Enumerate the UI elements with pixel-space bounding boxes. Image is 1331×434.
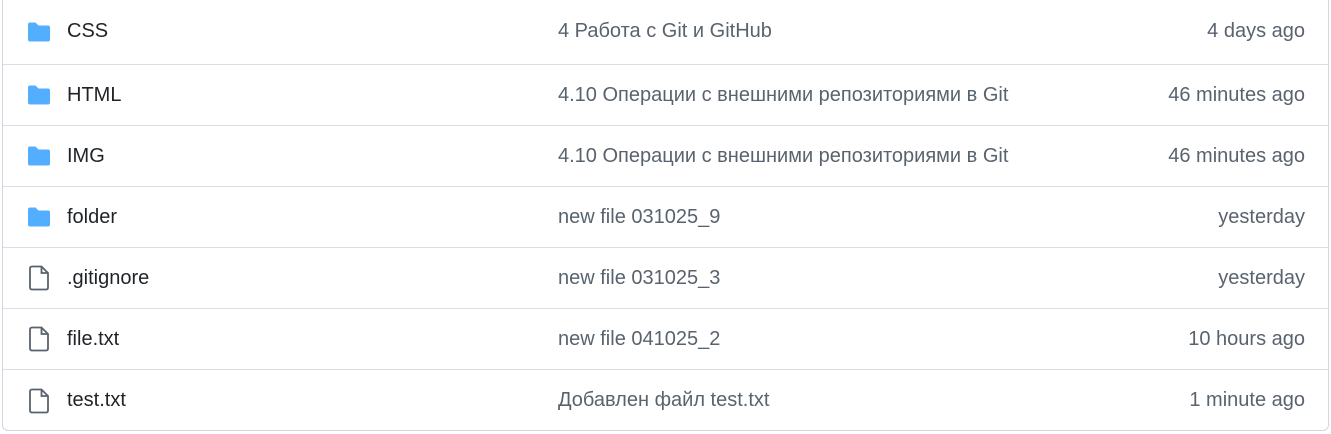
file-name-link[interactable]: .gitignore: [67, 267, 149, 290]
commit-date: yesterday: [1218, 205, 1305, 228]
file-name-link[interactable]: file.txt: [67, 328, 119, 351]
commit-message-link[interactable]: 4.10 Операции с внешними репозиториями в…: [558, 145, 1008, 168]
commit-date: 46 minutes ago: [1168, 83, 1305, 106]
commit-date: 46 minutes ago: [1168, 144, 1305, 167]
folder-icon: [26, 19, 52, 45]
folder-icon: [26, 204, 52, 230]
file-name-link[interactable]: CSS: [67, 20, 108, 43]
file-icon: [26, 265, 52, 291]
commit-date: 10 hours ago: [1188, 327, 1305, 350]
table-row[interactable]: file.txt new file 041025_2 10 hours ago: [3, 309, 1328, 370]
file-list-table: CSS 4 Работа с Git и GitHub 4 days ago H…: [2, 0, 1329, 431]
commit-message-link[interactable]: 4.10 Операции с внешними репозиториями в…: [558, 84, 1008, 107]
commit-date: yesterday: [1218, 266, 1305, 289]
folder-icon: [26, 82, 52, 108]
commit-message-link[interactable]: Добавлен файл test.txt: [558, 389, 769, 412]
table-row[interactable]: test.txt Добавлен файл test.txt 1 minute…: [3, 370, 1328, 430]
table-row[interactable]: folder new file 031025_9 yesterday: [3, 187, 1328, 248]
file-icon: [26, 326, 52, 352]
commit-message-link[interactable]: new file 031025_3: [558, 267, 720, 290]
commit-message-link[interactable]: 4 Работа с Git и GitHub: [558, 20, 772, 43]
commit-message-link[interactable]: new file 041025_2: [558, 328, 720, 351]
file-name-link[interactable]: test.txt: [67, 389, 126, 412]
file-name-link[interactable]: folder: [67, 206, 117, 229]
table-row[interactable]: CSS 4 Работа с Git и GitHub 4 days ago: [3, 0, 1328, 65]
file-name-link[interactable]: IMG: [67, 145, 105, 168]
table-row[interactable]: IMG 4.10 Операции с внешними репозитория…: [3, 126, 1328, 187]
commit-date: 4 days ago: [1207, 20, 1305, 42]
commit-date: 1 minute ago: [1189, 389, 1305, 411]
table-row[interactable]: HTML 4.10 Операции с внешними репозитори…: [3, 65, 1328, 126]
file-icon: [26, 388, 52, 414]
folder-icon: [26, 143, 52, 169]
file-name-link[interactable]: HTML: [67, 84, 121, 107]
table-row[interactable]: .gitignore new file 031025_3 yesterday: [3, 248, 1328, 309]
commit-message-link[interactable]: new file 031025_9: [558, 206, 720, 229]
